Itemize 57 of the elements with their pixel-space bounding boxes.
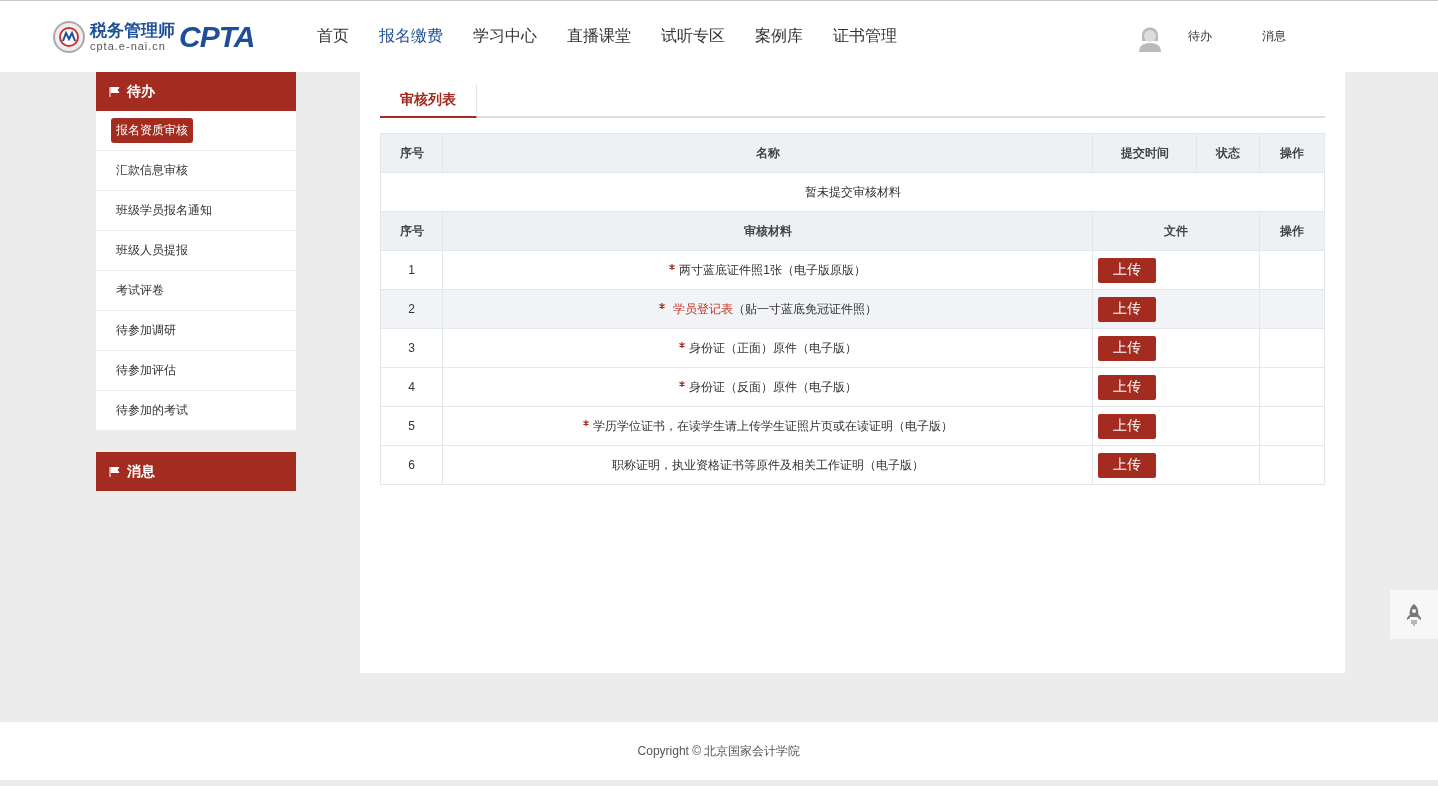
material-cell: 学历学位证书，在读学生请上传学生证照片页或在读证明（电子版） bbox=[442, 406, 1093, 446]
nav-link[interactable]: 试听专区 bbox=[646, 26, 740, 47]
column-header: 名称 bbox=[442, 133, 1093, 173]
material-cell: 身份证（正面）原件（电子版） bbox=[442, 328, 1093, 368]
nav-link[interactable]: 证书管理 bbox=[818, 26, 912, 47]
sidebar-title: 消息 bbox=[127, 462, 155, 481]
sidebar-item[interactable]: 待参加评估 bbox=[111, 362, 181, 379]
column-header: 提交时间 bbox=[1092, 133, 1197, 173]
upload-button[interactable]: 上传 bbox=[1098, 335, 1156, 361]
upload-button[interactable]: 上传 bbox=[1098, 452, 1156, 478]
sidebar-item[interactable]: 待参加调研 bbox=[111, 322, 181, 339]
tab[interactable]: 审核列表 bbox=[380, 84, 477, 118]
sidebar-title: 待办 bbox=[127, 82, 155, 101]
logo-brand: CPTA bbox=[179, 19, 255, 54]
flag-icon bbox=[109, 85, 121, 98]
nav-link[interactable]: 直播课堂 bbox=[552, 26, 646, 47]
form-link[interactable]: 学员登记表 bbox=[672, 301, 733, 316]
upload-button[interactable]: 上传 bbox=[1098, 257, 1156, 283]
logo-domain: cpta.e-nai.cn bbox=[90, 40, 167, 52]
sidebar-item[interactable]: 汇款信息审核 bbox=[111, 162, 193, 179]
empty-message: 暂未提交审核材料 bbox=[380, 172, 1325, 212]
column-header: 序号 bbox=[380, 133, 443, 173]
material-cell: 身份证（反面）原件（电子版） bbox=[442, 367, 1093, 407]
column-header: 操作 bbox=[1259, 211, 1325, 251]
material-cell: 职称证明，执业资格证书等原件及相关工作证明（电子版） bbox=[442, 445, 1093, 485]
index-cell: 5 bbox=[380, 406, 443, 446]
nav-link[interactable]: 首页 bbox=[302, 26, 364, 47]
nav-link[interactable]: 案例库 bbox=[740, 26, 818, 47]
sidebar-item[interactable]: 报名资质审核 bbox=[111, 118, 193, 143]
emblem-icon bbox=[52, 19, 86, 54]
sidebar-item[interactable]: 待参加的考试 bbox=[111, 402, 193, 419]
index-cell: 2 bbox=[380, 289, 443, 329]
upload-button[interactable]: 上传 bbox=[1098, 374, 1156, 400]
sidebar-item[interactable]: 班级人员提报 bbox=[111, 242, 193, 259]
column-header: 文件 bbox=[1092, 211, 1260, 251]
column-header: 状态 bbox=[1196, 133, 1260, 173]
upload-button[interactable]: 上传 bbox=[1098, 413, 1156, 439]
index-cell: 6 bbox=[380, 445, 443, 485]
sidebar-item[interactable]: 考试评卷 bbox=[111, 282, 169, 299]
column-header: 操作 bbox=[1259, 133, 1325, 173]
column-header: 序号 bbox=[380, 211, 443, 251]
index-cell: 3 bbox=[380, 328, 443, 368]
upload-button[interactable]: 上传 bbox=[1098, 296, 1156, 322]
header-link[interactable]: 待办 bbox=[1188, 28, 1236, 45]
logo-title: 税务管理师 bbox=[90, 21, 175, 39]
nav-link[interactable]: 学习中心 bbox=[458, 26, 552, 47]
copyright-text: Copyright © 北京国家会计学院 bbox=[637, 742, 801, 760]
nav-link[interactable]: 报名缴费 bbox=[364, 26, 458, 47]
rocket-icon[interactable] bbox=[1405, 602, 1423, 627]
header-link[interactable]: 消息 bbox=[1262, 28, 1310, 45]
index-cell: 1 bbox=[380, 250, 443, 290]
index-cell: 4 bbox=[380, 367, 443, 407]
sidebar-item[interactable]: 班级学员报名通知 bbox=[111, 202, 217, 219]
column-header: 审核材料 bbox=[442, 211, 1093, 251]
material-cell: 学员登记表（贴一寸蓝底免冠证件照） bbox=[442, 289, 1093, 329]
material-cell: 两寸蓝底证件照1张（电子版原版） bbox=[442, 250, 1093, 290]
flag-icon bbox=[109, 465, 121, 478]
